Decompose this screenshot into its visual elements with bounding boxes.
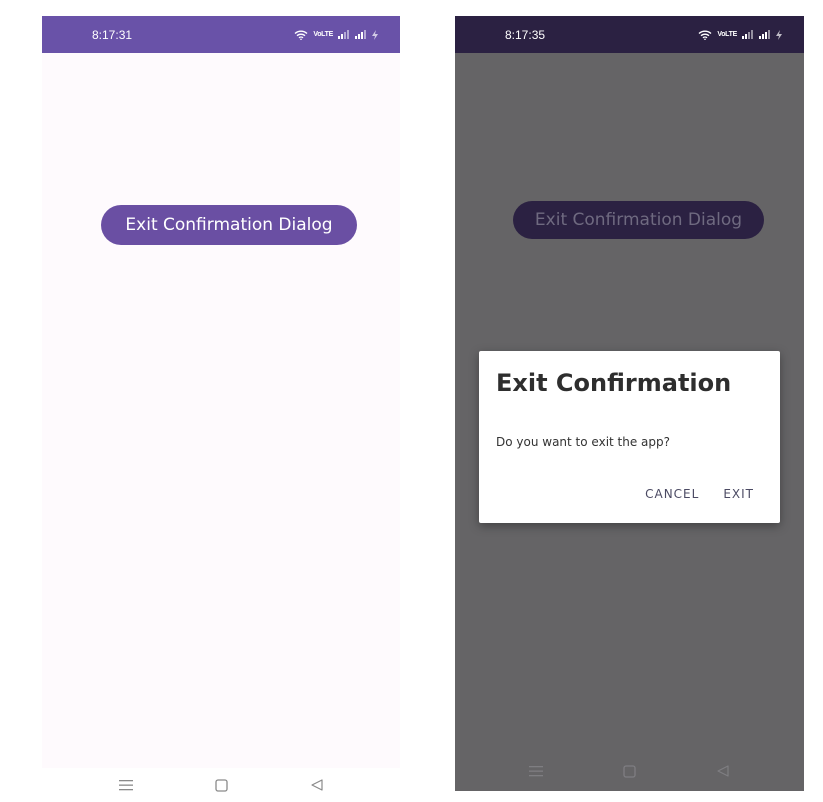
status-bar: 8:17:35 VoLTE xyxy=(455,16,804,53)
back-button[interactable] xyxy=(305,773,329,797)
app-content: Exit Confirmation Dialog xyxy=(42,53,400,768)
network-label: VoLTE xyxy=(717,31,737,38)
menu-icon xyxy=(529,766,544,777)
menu-button[interactable] xyxy=(114,773,138,797)
screenshot-canvas: 8:17:31 VoLTE Exit Confirmation Dialog 8… xyxy=(0,0,823,802)
status-bar: 8:17:31 VoLTE xyxy=(42,16,400,53)
menu-icon xyxy=(118,780,133,791)
dialog-title: Exit Confirmation xyxy=(496,369,732,397)
charging-icon xyxy=(776,29,782,40)
exit-button[interactable]: EXIT xyxy=(723,487,754,501)
signal-icon xyxy=(759,30,770,39)
home-icon xyxy=(623,764,636,778)
charging-icon xyxy=(372,29,378,40)
phone-screen-dialog-open: 8:17:35 VoLTE Exit Confirmation Dialog E… xyxy=(455,16,804,791)
back-icon xyxy=(717,765,729,777)
dialog-message: Do you want to exit the app? xyxy=(496,435,671,449)
home-button[interactable] xyxy=(618,759,642,783)
menu-button[interactable] xyxy=(524,759,548,783)
app-content-dimmed: Exit Confirmation Dialog Exit Confirmati… xyxy=(455,53,804,791)
signal-icon xyxy=(742,30,753,39)
signal-icon xyxy=(355,30,366,39)
status-time: 8:17:31 xyxy=(92,27,133,42)
back-button[interactable] xyxy=(711,759,735,783)
cancel-button[interactable]: CANCEL xyxy=(645,487,699,501)
home-icon xyxy=(214,778,228,792)
dialog-actions: CANCEL EXIT xyxy=(645,487,754,501)
home-button[interactable] xyxy=(209,773,233,797)
phone-screen-before: 8:17:31 VoLTE Exit Confirmation Dialog xyxy=(42,16,400,802)
status-icons: VoLTE xyxy=(294,29,378,40)
back-icon xyxy=(310,779,323,791)
wifi-icon xyxy=(294,30,308,40)
wifi-icon xyxy=(698,30,712,40)
status-icons: VoLTE xyxy=(698,29,782,40)
signal-icon xyxy=(338,30,349,39)
navigation-bar xyxy=(455,751,804,791)
navigation-bar xyxy=(42,768,400,802)
exit-confirmation-dialog-button: Exit Confirmation Dialog xyxy=(513,201,764,239)
network-label: VoLTE xyxy=(313,31,333,38)
status-time: 8:17:35 xyxy=(505,27,546,42)
exit-confirmation-dialog-button[interactable]: Exit Confirmation Dialog xyxy=(101,205,357,245)
exit-confirmation-dialog: Exit Confirmation Do you want to exit th… xyxy=(479,351,780,523)
